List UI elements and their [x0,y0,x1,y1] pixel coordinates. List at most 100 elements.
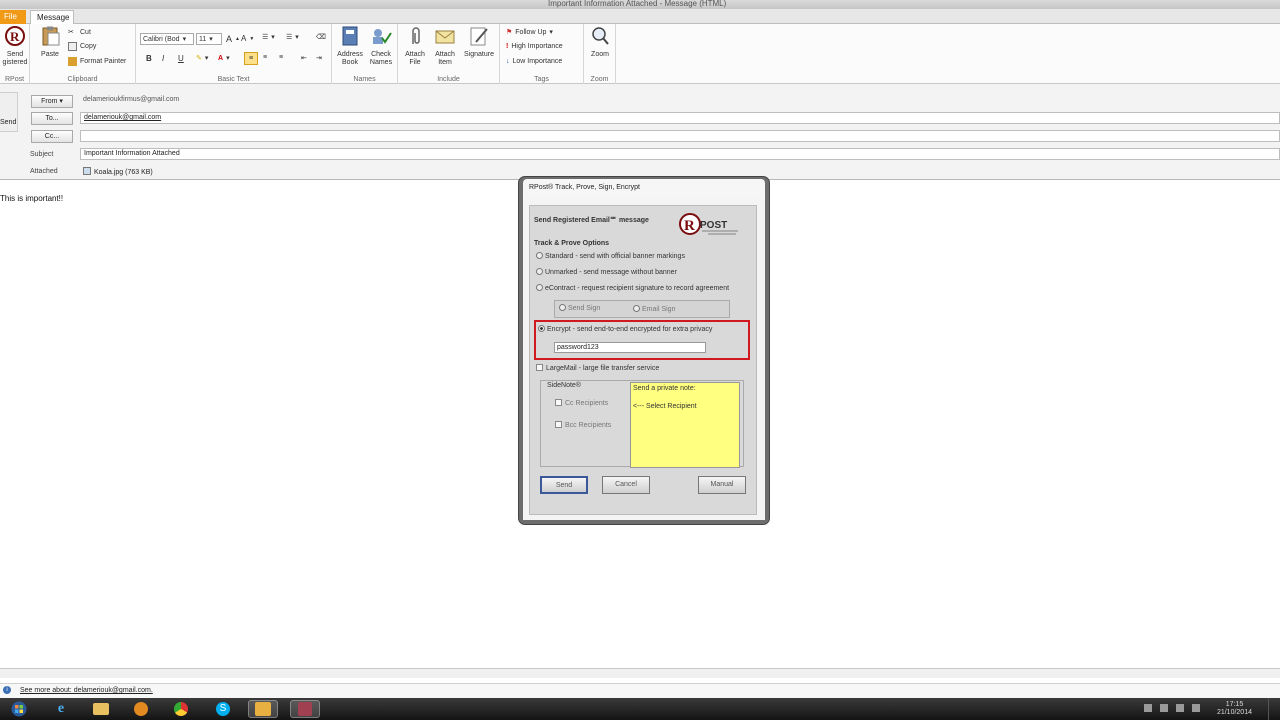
group-rpost: R Send gistered RPost [0,24,30,84]
windows-start-icon [11,701,27,717]
numbering-button[interactable]: ☰ ▾ [286,33,299,41]
address-book-label-2: Book [342,59,358,66]
dialog-manual-button[interactable]: Manual [698,476,746,494]
chevron-down-icon: ▾ [209,36,213,43]
to-button[interactable]: To... [31,112,73,125]
tray-arrow-icon[interactable] [1144,704,1152,712]
radio-icon [559,304,566,311]
grow-font-button[interactable]: A ▲ [226,34,240,44]
image-file-icon [83,167,91,175]
rpost-logo-icon: R [5,26,25,46]
to-field[interactable]: delameriouk@gmail.com [80,112,1280,124]
rpost-send-button[interactable]: R Send gistered [0,26,30,67]
start-button[interactable] [4,700,34,718]
tab-message[interactable]: Message [30,10,74,25]
signature-label: Signature [464,51,494,58]
check-names-button[interactable]: Check Names [366,26,396,67]
attach-item-button[interactable]: Attach Item [430,26,460,67]
font-name-select[interactable]: Calibri (Bod ▾ [140,33,194,45]
copy-button[interactable]: Copy [68,42,96,51]
cc-field[interactable] [80,130,1280,142]
dialog-send-button[interactable]: Send [540,476,588,494]
tab-file[interactable]: File [0,10,26,24]
dialog-cancel-button[interactable]: Cancel [602,476,650,494]
align-left-button[interactable]: ≡ [244,52,258,65]
format-painter-button[interactable]: Format Painter [68,57,126,66]
highlight-button[interactable]: ✎ ▾ [196,54,208,62]
tray-flag-icon[interactable] [1160,704,1168,712]
shrink-font-button[interactable]: A ▼ [241,34,254,43]
tray-network-icon[interactable] [1176,704,1184,712]
attach-file-button[interactable]: Attach File [400,26,430,67]
to-recipient[interactable]: delameriouk@gmail.com [84,114,161,121]
cc-button[interactable]: Cc... [31,130,73,143]
font-color-button[interactable]: A ▾ [218,54,230,63]
clock-time: 17:15 [1225,701,1244,708]
increase-indent-button[interactable]: ⇥ [316,54,322,62]
option-encrypt[interactable]: Encrypt - send end-to-end encrypted for … [538,325,712,333]
sidenote-label: SideNote® [547,382,581,389]
align-right-button[interactable]: ≡ [279,54,283,61]
taskbar-ie[interactable]: e [46,700,76,718]
indent-icon: ⇥ [316,55,322,62]
signature-button[interactable]: Signature [460,26,498,59]
underline-button[interactable]: U [178,54,184,63]
cut-button[interactable]: ✂ Cut [68,28,91,37]
bullet-list-icon: ☰ [262,34,269,41]
address-book-icon [342,26,358,46]
message-body[interactable]: This is important!! [0,194,63,203]
option-largemail[interactable]: LargeMail - large file transfer service [536,364,659,372]
private-note-area[interactable]: Send a private note: <--- Select Recipie… [630,382,740,468]
cc-recipients-label: Cc Recipients [565,400,609,407]
clock[interactable]: 17:15 21/10/2014 [1217,701,1252,717]
show-desktop-button[interactable] [1268,698,1280,720]
zoom-button[interactable]: Zoom [584,26,616,59]
cc-recipients-checkbox[interactable]: Cc Recipients [555,399,608,407]
check-names-label: Check [371,51,391,58]
follow-up-button[interactable]: ⚑ Follow Up ▾ [506,28,553,37]
horizontal-scrollbar[interactable] [0,668,1280,678]
taskbar-skype[interactable]: S [208,700,238,718]
chrome-icon [174,702,188,716]
outlook-icon [255,702,271,716]
address-book-button[interactable]: Address Book [334,26,366,67]
italic-button[interactable]: I [162,54,164,63]
align-center-button[interactable]: ≡ [263,54,267,61]
arrow-down-icon: ↓ [506,58,510,65]
paste-button[interactable]: Paste [36,26,64,59]
option-unmarked[interactable]: Unmarked - send message without banner [536,268,677,276]
bullets-button[interactable]: ☰ ▾ [262,33,275,41]
envelope-icon [435,30,455,44]
option-send-sign[interactable]: Send Sign [559,304,600,312]
people-pane-bar: i See more about: delameriouk@gmail.com. [0,683,1280,698]
taskbar-rpost[interactable] [290,700,320,718]
clear-formatting-button[interactable]: ⌫ [316,33,326,41]
from-button[interactable]: From ▾ [31,95,73,108]
send-sign-label: Send Sign [568,305,601,312]
font-size-select[interactable]: 11 ▾ [196,33,222,45]
option-standard[interactable]: Standard - send with official banner mar… [536,252,685,260]
option-email-sign[interactable]: Email Sign [633,305,675,313]
from-value: delamerioukfirmus@gmail.com [83,96,180,103]
taskbar-explorer[interactable] [86,700,116,718]
tray-volume-icon[interactable] [1192,704,1200,712]
align-left-icon: ≡ [248,55,254,62]
option-econtract[interactable]: eContract - request recipient signature … [536,284,729,292]
ribbon-tabs: File Message [0,9,1280,25]
info-icon: i [3,686,11,694]
bold-button[interactable]: B [146,54,152,63]
taskbar-outlook[interactable] [248,700,278,718]
decrease-indent-button[interactable]: ⇤ [301,54,307,62]
password-input[interactable]: password123 [554,342,706,353]
highlighter-icon: ✎ [196,55,202,62]
taskbar-chrome[interactable] [166,700,196,718]
subject-field[interactable]: Important Information Attached [80,148,1280,160]
copy-icon [68,42,77,51]
send-button[interactable]: Send [0,92,18,132]
high-importance-button[interactable]: ! High Importance [506,43,563,50]
bcc-recipients-checkbox[interactable]: Bcc Recipients [555,421,611,429]
attached-label: Attached [30,168,58,175]
taskbar-media-player[interactable] [126,700,156,718]
low-importance-button[interactable]: ↓ Low Importance [506,58,562,65]
see-more-link[interactable]: See more about: delameriouk@gmail.com. [20,687,153,694]
